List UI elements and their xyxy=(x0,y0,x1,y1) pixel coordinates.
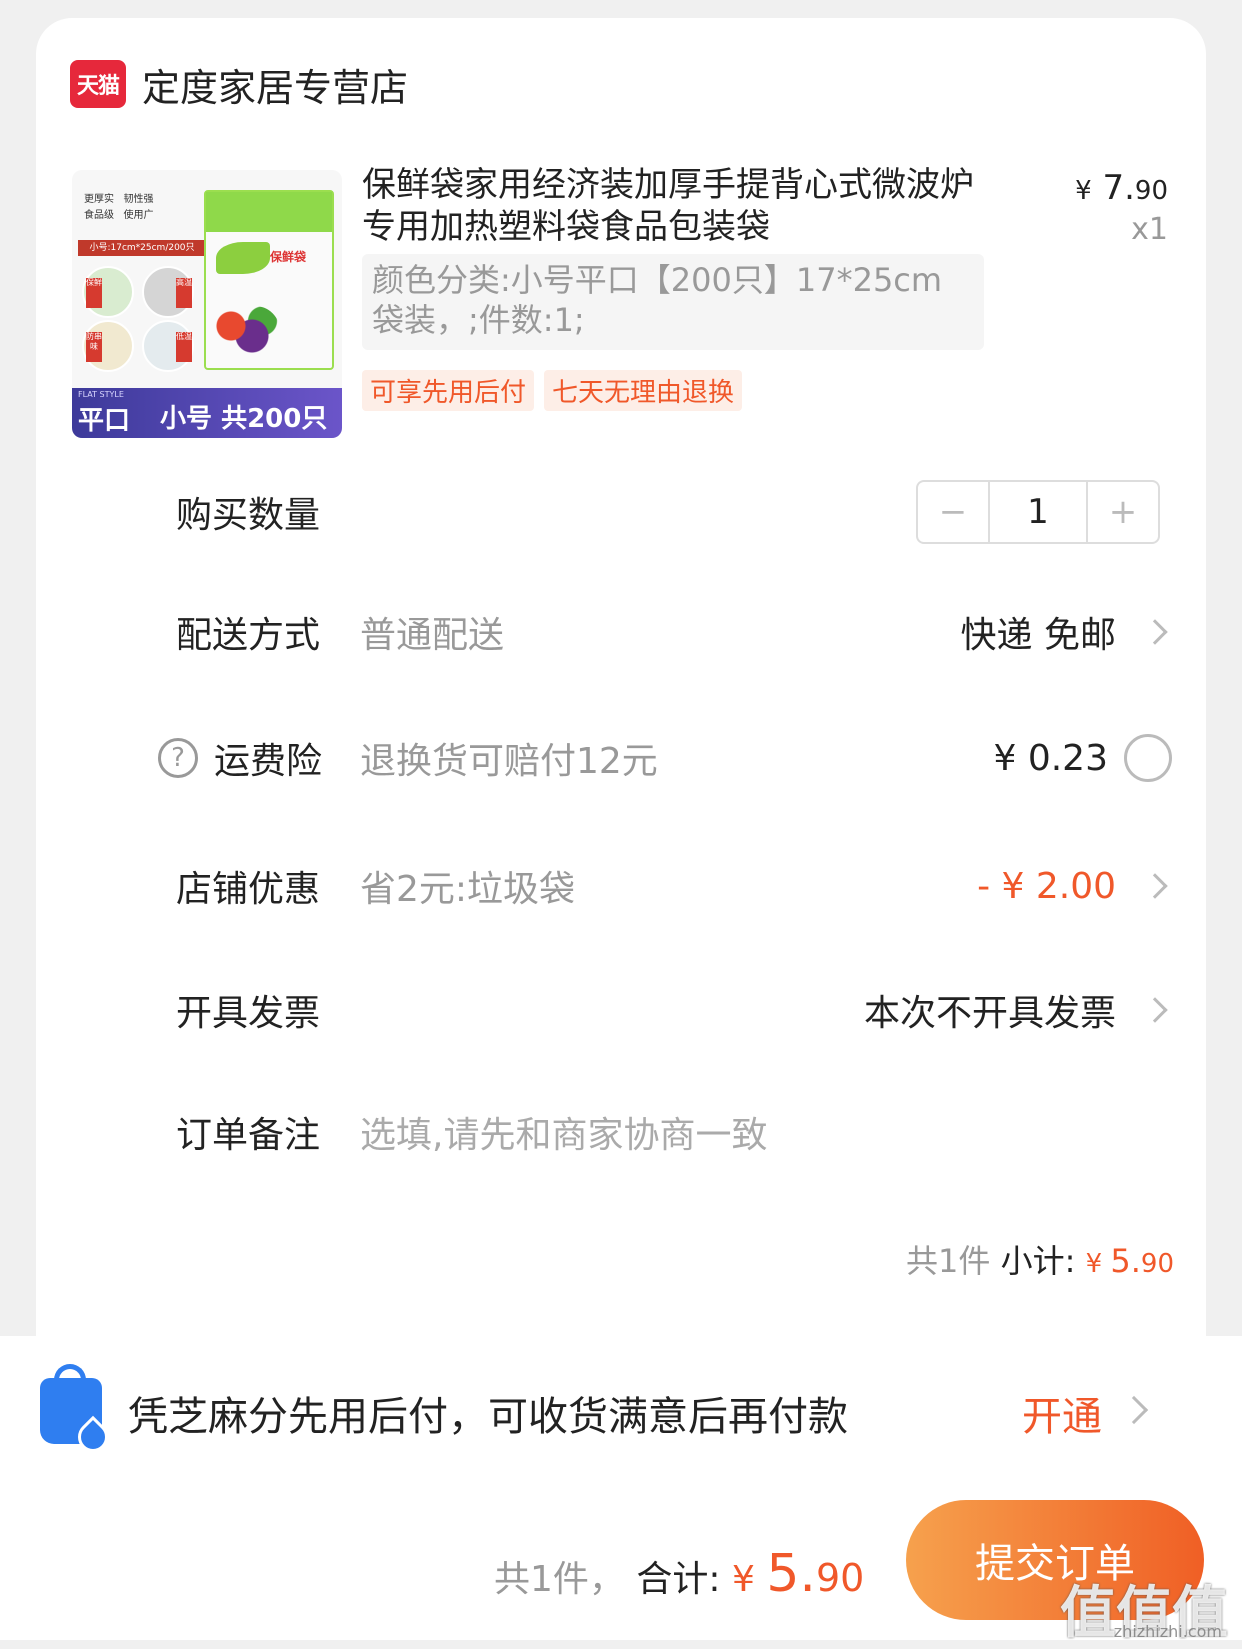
count-label: 小号 共200只 xyxy=(160,403,328,434)
subtotal-dec: 90 xyxy=(1140,1249,1174,1279)
service-badges: 可享先用后付 七天无理由退换 xyxy=(362,370,743,411)
tmall-logo: 天猫 xyxy=(70,60,126,108)
order-total: 共1件， 合计: ¥ 5.90 xyxy=(494,1544,864,1604)
credit-pay-text: 凭芝麻分先用后付，可收货满意后再付款 xyxy=(128,1394,848,1440)
total-count: 共1件， xyxy=(494,1559,625,1600)
note-row: 订单备注 选填,请先和商家协商一致 xyxy=(36,1102,1206,1162)
subtotal: 共1件 小计: ¥ 5.90 xyxy=(906,1236,1174,1282)
thumb-circle-label: 高温 xyxy=(176,278,192,308)
drop-icon xyxy=(71,1415,115,1459)
credit-enable-link[interactable]: 开通 xyxy=(1022,1384,1102,1442)
insurance-radio[interactable] xyxy=(1124,734,1172,782)
quantity-input[interactable]: 1 xyxy=(988,482,1088,542)
thumb-tag: 食品级 xyxy=(84,210,114,221)
invoice-label: 开具发票 xyxy=(176,993,321,1034)
chevron-right-icon xyxy=(1119,1395,1149,1425)
decrement-button[interactable]: − xyxy=(918,482,988,542)
insurance-label: 运费险 xyxy=(214,741,323,782)
thumb-circle: 保鲜 xyxy=(82,266,134,318)
discount-label: 店铺优惠 xyxy=(176,869,321,910)
product-price: ¥ 7.90 xyxy=(1075,168,1168,208)
price-yen: ¥ xyxy=(1075,176,1092,206)
help-icon[interactable]: ? xyxy=(158,738,198,778)
discount-value: - ¥ 2.00 xyxy=(977,865,1116,907)
invoice-row[interactable]: 开具发票 本次不开具发票 xyxy=(36,980,1206,1040)
subtotal-yen: ¥ xyxy=(1085,1249,1111,1279)
shipping-insurance-row: ? 运费险 退换货可赔付12元 ¥ 0.23 xyxy=(36,728,1206,788)
insurance-sub: 退换货可赔付12元 xyxy=(360,741,658,782)
bag-handle xyxy=(54,1364,86,1388)
thumb-band: FLAT STYLE 平口 小号 共200只 xyxy=(72,388,342,438)
shop-name[interactable]: 定度家居专营店 xyxy=(142,57,408,112)
bag-brand: 保鲜袋 xyxy=(270,250,307,264)
chevron-right-icon xyxy=(1142,619,1168,645)
thumb-circle: 防串味 xyxy=(82,320,134,372)
badge-return: 七天无理由退换 xyxy=(544,370,743,411)
sku-info[interactable]: 颜色分类:小号平口【200只】17*25cm袋装，;件数:1; xyxy=(362,254,984,350)
delivery-row[interactable]: 配送方式 普通配送 快递 免邮 xyxy=(36,602,1206,662)
thumb-circle-label: 低温 xyxy=(176,332,192,362)
chevron-right-icon xyxy=(1142,873,1168,899)
discount-sub: 省2元:垃圾袋 xyxy=(360,869,576,910)
increment-button[interactable]: + xyxy=(1088,482,1158,542)
thumb-circle: 高温 xyxy=(142,266,194,318)
bottom-bar: 凭芝麻分先用后付，可收货满意后再付款 开通 共1件， 合计: ¥ 5.90 提交… xyxy=(0,1336,1242,1646)
badge-pay-later: 可享先用后付 xyxy=(362,370,535,411)
order-card: 天猫 定度家居专营店 更厚实 韧性强 食品级 使用广 小号:17cm*25cm/… xyxy=(36,18,1206,1418)
note-label: 订单备注 xyxy=(176,1115,321,1156)
delivery-label: 配送方式 xyxy=(176,615,321,656)
thumb-circle-label: 保鲜 xyxy=(86,278,102,308)
subtotal-label: 小计: xyxy=(1000,1242,1076,1280)
thumb-circle: 低温 xyxy=(142,320,194,372)
price-dec: 90 xyxy=(1134,176,1168,206)
delivery-sub: 普通配送 xyxy=(360,615,505,656)
leaf-icon xyxy=(216,242,270,274)
product-title[interactable]: 保鲜袋家用经济装加厚手提背心式微波炉专用加热塑料袋食品包装袋 xyxy=(362,164,982,248)
flat-label: 平口 xyxy=(78,405,131,436)
quantity-label: 购买数量 xyxy=(176,495,321,536)
insurance-value: ¥ 0.23 xyxy=(993,737,1108,779)
thumb-circle-label: 防串味 xyxy=(86,332,102,362)
subtotal-int: 5. xyxy=(1110,1242,1141,1280)
total-label: 合计: xyxy=(636,1559,721,1600)
price-int: 7. xyxy=(1102,168,1135,208)
shopping-bag-icon xyxy=(40,1364,115,1459)
thumb-tags: 更厚实 韧性强 食品级 使用广 xyxy=(84,192,154,224)
flat-style-text: FLAT STYLE xyxy=(78,390,124,399)
thumb-tag: 更厚实 xyxy=(84,194,114,205)
total-int: 5. xyxy=(766,1544,816,1604)
watermark-url: zhizhizhi.com xyxy=(1113,1622,1222,1641)
quantity-stepper[interactable]: − 1 + xyxy=(916,480,1160,544)
thumb-tag: 韧性强 xyxy=(123,194,154,205)
product-thumbnail[interactable]: 更厚实 韧性强 食品级 使用广 小号:17cm*25cm/200只 保鲜 高温 … xyxy=(72,170,342,438)
thumb-size-label: 小号:17cm*25cm/200只 xyxy=(78,240,206,256)
delivery-value: 快递 免邮 xyxy=(960,615,1116,656)
note-input[interactable]: 选填,请先和商家协商一致 xyxy=(360,1106,767,1158)
total-yen: ¥ xyxy=(731,1559,767,1600)
subtotal-count: 共1件 xyxy=(906,1242,991,1280)
thumb-tag: 使用广 xyxy=(123,210,154,221)
shop-header[interactable]: 天猫 定度家居专营店 xyxy=(70,60,408,110)
total-dec: 90 xyxy=(815,1556,865,1600)
discount-row[interactable]: 店铺优惠 省2元:垃圾袋 - ¥ 2.00 xyxy=(36,856,1206,916)
vegetables-graphic xyxy=(210,306,280,356)
thumb-bag-graphic: 保鲜袋 xyxy=(204,190,334,370)
product-quantity: x1 xyxy=(1131,212,1168,247)
chevron-right-icon xyxy=(1142,997,1168,1023)
bag-top-band xyxy=(206,192,332,232)
invoice-value: 本次不开具发票 xyxy=(863,993,1116,1034)
